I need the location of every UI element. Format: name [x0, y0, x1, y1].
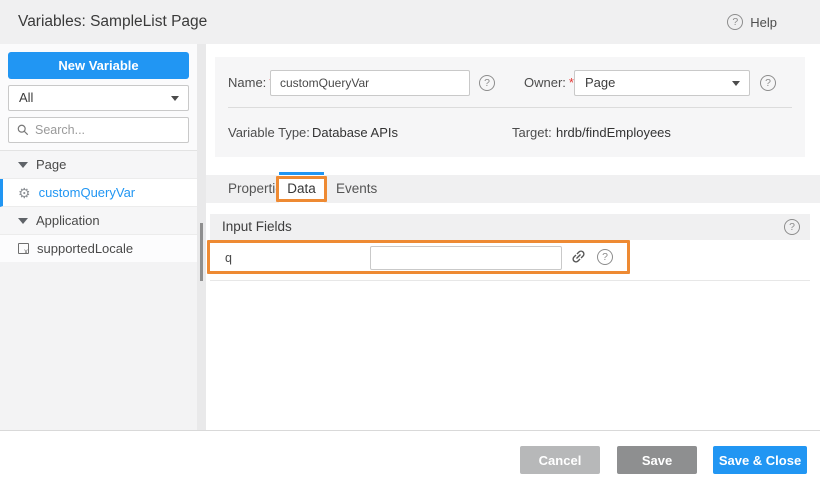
input-fields-title: Input Fields	[222, 214, 292, 240]
save-button[interactable]: Save	[617, 446, 697, 474]
tree-item-label: customQueryVar	[39, 185, 136, 200]
expand-arrow-icon[interactable]	[18, 218, 28, 224]
variables-dialog: Variables: SampleList Page Help New Vari…	[0, 0, 820, 489]
variable-tree: Page customQueryVar Application supporte…	[0, 150, 197, 263]
tree-item-supportedlocale[interactable]: supportedLocale	[0, 235, 197, 263]
owner-select[interactable]: Page	[574, 70, 750, 96]
search-input[interactable]	[35, 123, 188, 137]
search-icon	[17, 124, 29, 136]
name-input[interactable]	[270, 70, 470, 96]
panel-divider	[228, 107, 792, 108]
tree-item-label: supportedLocale	[37, 241, 133, 256]
name-help-icon[interactable]	[479, 75, 495, 91]
tab-events[interactable]: Events	[336, 175, 377, 203]
variable-detail-panel: Name:* Owner:* Page Variable Type: Datab…	[206, 44, 820, 430]
input-fields-help-icon[interactable]	[784, 219, 800, 235]
variable-summary-panel: Name:* Owner:* Page Variable Type: Datab…	[215, 57, 805, 157]
variable-filter-select[interactable]: All	[8, 85, 189, 111]
name-label: Name:*	[228, 70, 274, 96]
tree-category-page[interactable]: Page	[0, 151, 197, 179]
help-icon	[727, 14, 743, 30]
target-label: Target:	[512, 120, 552, 146]
variable-filter-value: All	[19, 90, 33, 105]
variables-sidebar: New Variable All Page customQueryVar	[0, 44, 197, 430]
owner-label: Owner:*	[524, 70, 574, 96]
owner-help-icon[interactable]	[760, 75, 776, 91]
variable-type-value: Database APIs	[312, 120, 398, 146]
tree-category-label: Page	[36, 157, 66, 172]
scrollbar-thumb[interactable]	[200, 223, 203, 281]
link-icon	[566, 244, 590, 268]
owner-value: Page	[585, 75, 615, 90]
target-value: hrdb/findEmployees	[556, 120, 671, 146]
new-variable-button[interactable]: New Variable	[8, 52, 189, 79]
save-close-button[interactable]: Save & Close	[713, 446, 807, 474]
tree-category-application[interactable]: Application	[0, 207, 197, 235]
model-variable-icon	[18, 243, 29, 254]
help-label: Help	[750, 15, 777, 30]
variable-search[interactable]	[8, 117, 189, 143]
footer-divider	[0, 430, 820, 431]
caret-down-icon	[171, 96, 179, 101]
help-link[interactable]: Help	[727, 0, 777, 44]
input-fields-header: Input Fields	[210, 214, 810, 240]
tree-item-customqueryvar[interactable]: customQueryVar	[0, 179, 197, 207]
caret-down-icon	[732, 81, 740, 86]
sidebar-scrollbar	[197, 44, 206, 430]
field-row-divider	[210, 280, 810, 281]
cancel-button[interactable]: Cancel	[520, 446, 600, 474]
dialog-header: Variables: SampleList Page Help	[0, 0, 820, 44]
expand-arrow-icon[interactable]	[18, 162, 28, 168]
tree-category-label: Application	[36, 213, 100, 228]
bind-field-button[interactable]	[568, 248, 588, 268]
tab-data[interactable]: Data	[279, 175, 324, 203]
service-variable-icon	[18, 186, 31, 200]
page-title: Variables: SampleList Page	[18, 0, 207, 44]
field-label-q: q	[225, 246, 232, 270]
field-input-q[interactable]	[370, 246, 562, 270]
sidebar-empty-area	[0, 262, 197, 430]
field-help-icon[interactable]	[597, 249, 613, 265]
variable-type-label: Variable Type:	[228, 120, 310, 146]
